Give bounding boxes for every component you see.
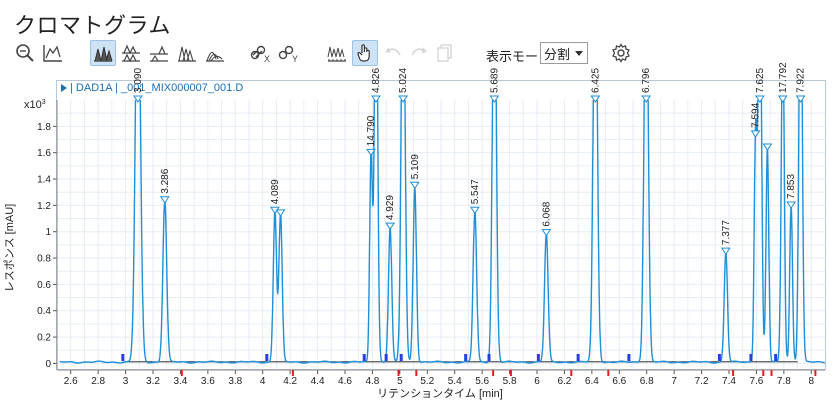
copy-icon bbox=[437, 44, 452, 62]
separate-button[interactable] bbox=[146, 40, 172, 66]
toolbar: X Y 表示モード 分割 bbox=[0, 40, 838, 70]
integrate-button[interactable] bbox=[324, 40, 350, 66]
peak-end-marker bbox=[509, 370, 512, 376]
y-tick-label: 0.2 bbox=[37, 333, 51, 344]
x-tick-label: 2.8 bbox=[91, 376, 105, 387]
x-tick-label: 6.6 bbox=[612, 376, 626, 387]
x-tick-label: 4.6 bbox=[338, 376, 352, 387]
undo-button[interactable] bbox=[380, 40, 406, 66]
peak-end-marker bbox=[415, 370, 418, 376]
zoom-button[interactable] bbox=[12, 40, 38, 66]
x-tick-label: 2.6 bbox=[64, 376, 78, 387]
x-tick-label: 5.8 bbox=[503, 376, 517, 387]
svg-text:Y: Y bbox=[292, 54, 298, 63]
link-y-button[interactable]: Y bbox=[276, 40, 302, 66]
x-tick-label: 4.8 bbox=[365, 376, 379, 387]
normalize-button[interactable] bbox=[202, 40, 228, 66]
peak-end-marker bbox=[180, 370, 183, 376]
y-tick-label: 0 bbox=[45, 359, 51, 370]
normalize-icon bbox=[206, 51, 224, 62]
y-tick-label: 0.4 bbox=[37, 306, 51, 317]
x-tick-label: 7.2 bbox=[695, 376, 709, 387]
x-tick-label: 7.4 bbox=[722, 376, 736, 387]
peak-end-marker bbox=[492, 370, 495, 376]
settings-icon bbox=[612, 43, 630, 63]
redo-icon bbox=[411, 47, 427, 56]
y-tick-label: 1.2 bbox=[37, 201, 51, 212]
peak-end-marker bbox=[570, 370, 573, 376]
x-tick-label: 7.8 bbox=[777, 376, 791, 387]
chart-panel[interactable] bbox=[56, 80, 826, 370]
x-tick-label: 5 bbox=[397, 376, 403, 387]
settings-button[interactable] bbox=[608, 40, 634, 66]
y-tick-label: 1.4 bbox=[37, 175, 51, 186]
x-tick-label: 5.6 bbox=[475, 376, 489, 387]
peak-end-marker bbox=[732, 370, 735, 376]
overlay-icon bbox=[94, 46, 113, 62]
x-tick-label: 3.8 bbox=[228, 376, 242, 387]
x-tick-label: 5.2 bbox=[420, 376, 434, 387]
x-tick-label: 4 bbox=[260, 376, 266, 387]
x-tick-label: 7.6 bbox=[749, 376, 763, 387]
link-x-icon: X bbox=[250, 45, 270, 63]
stack-icon bbox=[122, 44, 140, 63]
trace-header[interactable]: | DAD1A | _001_MIX000007_001.D bbox=[57, 81, 825, 95]
link-x-button[interactable]: X bbox=[248, 40, 274, 66]
svg-text:X: X bbox=[264, 54, 270, 63]
x-tick-label: 6.4 bbox=[585, 376, 599, 387]
pan-hand-button[interactable] bbox=[352, 40, 378, 66]
x-tick-label: 7 bbox=[671, 376, 677, 387]
x-tick-label: 3.4 bbox=[173, 376, 187, 387]
peak-end-marker bbox=[770, 370, 773, 376]
y-tick-label: 1.8 bbox=[37, 122, 51, 133]
x-tick-label: 5.4 bbox=[448, 376, 462, 387]
y-tick-label: 1 bbox=[45, 227, 51, 238]
pan-hand-icon bbox=[357, 44, 370, 62]
zoom-icon bbox=[16, 44, 34, 62]
peak-end-marker bbox=[291, 370, 294, 376]
x-tick-label: 3 bbox=[123, 376, 129, 387]
x-tick-label: 6 bbox=[534, 376, 540, 387]
x-tick-label: 3.6 bbox=[201, 376, 215, 387]
x-axis-title: リテンションタイム [min] bbox=[377, 387, 503, 400]
x-axis: 2.6 2.8 3 3.2 3.4 3.6 3.8 4 4.2 4.4 4.6 4.8 5 5.2 5.4 5… bbox=[57, 369, 825, 387]
app-title: クロマトグラム bbox=[14, 13, 171, 38]
undo-icon bbox=[385, 47, 401, 56]
copy-button[interactable] bbox=[432, 40, 458, 66]
display-mode-select[interactable]: 分割 bbox=[540, 42, 588, 64]
offset-button[interactable] bbox=[174, 40, 200, 66]
y-tick-label: 1.6 bbox=[37, 148, 51, 159]
separate-icon bbox=[150, 45, 168, 62]
y-axis: 0 0.2 0.4 0.6 0.8 1 1.2 1.4 1.6 1.8 bbox=[37, 100, 58, 370]
link-y-icon: Y bbox=[278, 45, 298, 63]
x-tick-label: 8 bbox=[809, 376, 815, 387]
autoscale-icon bbox=[43, 45, 62, 62]
trace-label: | DAD1A | _001_MIX000007_001.D bbox=[70, 82, 244, 94]
chevron-down-icon bbox=[575, 51, 583, 56]
overlay-button[interactable] bbox=[90, 40, 116, 66]
peak-end-marker bbox=[607, 370, 610, 376]
peak-end-marker bbox=[397, 370, 400, 376]
y-tick-label: 0.8 bbox=[37, 254, 51, 265]
offset-icon bbox=[178, 46, 196, 62]
x-tick-label: 3.2 bbox=[146, 376, 160, 387]
x-tick-label: 6.2 bbox=[557, 376, 571, 387]
stack-button[interactable] bbox=[118, 40, 144, 66]
x-tick-label: 4.4 bbox=[311, 376, 325, 387]
autoscale-button[interactable] bbox=[40, 40, 66, 66]
peak-end-marker bbox=[762, 370, 765, 376]
peak-end-marker bbox=[814, 370, 817, 376]
redo-button[interactable] bbox=[406, 40, 432, 66]
integrate-icon bbox=[327, 46, 346, 62]
x-tick-label: 4.2 bbox=[283, 376, 297, 387]
expand-triangle-icon[interactable] bbox=[61, 84, 67, 93]
display-mode-value: 分割 bbox=[544, 46, 571, 62]
y-tick-label: 0.6 bbox=[37, 280, 51, 291]
y-axis-title: レスポンス [mAU] bbox=[3, 204, 16, 292]
x-tick-label: 6.8 bbox=[640, 376, 654, 387]
y-multiplier: x103 bbox=[24, 99, 46, 111]
